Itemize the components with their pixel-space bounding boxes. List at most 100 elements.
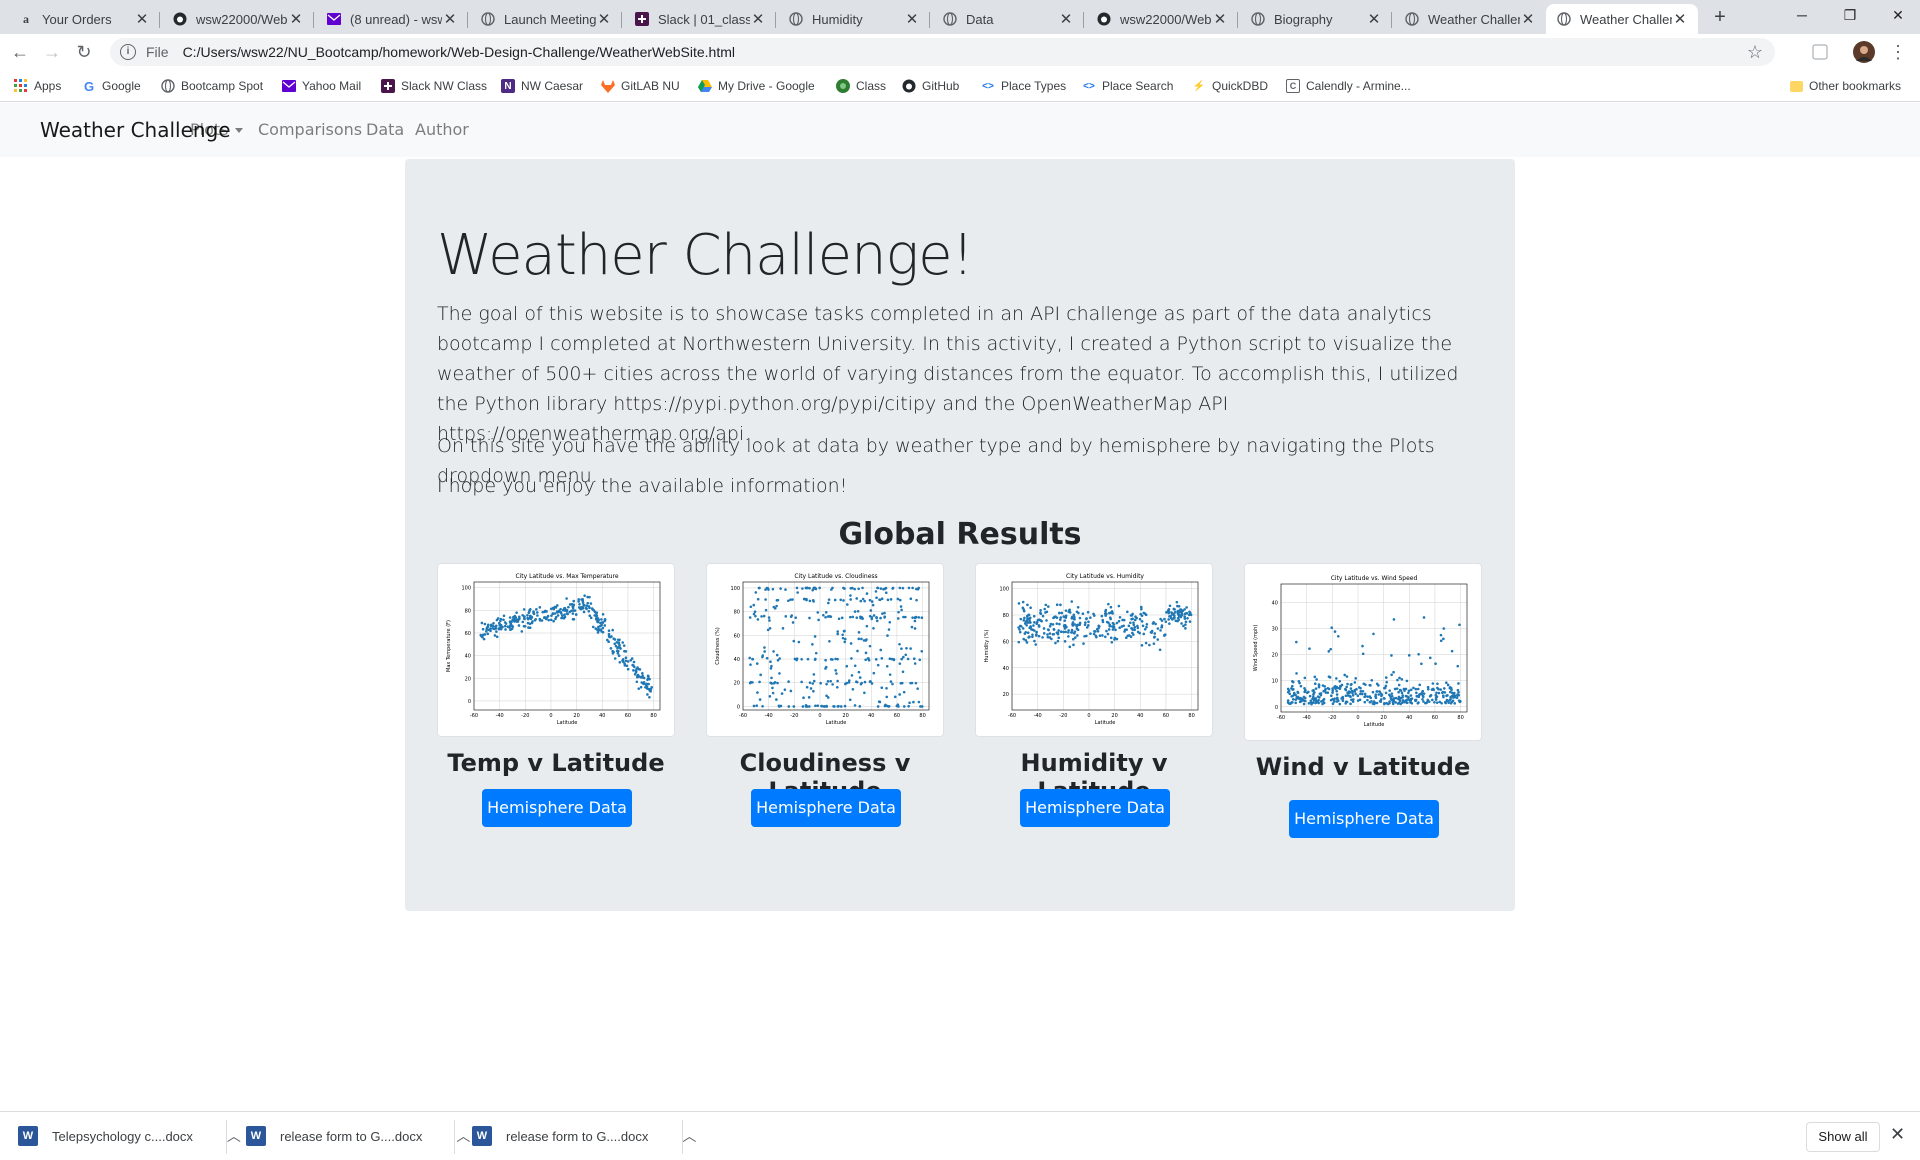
bookmark-class[interactable]: Class bbox=[836, 76, 886, 96]
hemisphere-data-button[interactable]: Hemisphere Data bbox=[1289, 800, 1439, 838]
download-item[interactable]: Wrelease form to G....docx ︿ bbox=[246, 1118, 470, 1154]
bookmark-slack-nw-class[interactable]: Slack NW Class bbox=[381, 76, 487, 96]
tab-github-web[interactable]: wsw22000/Web- ✕ bbox=[162, 4, 314, 34]
restore-icon[interactable]: ❐ bbox=[1826, 0, 1874, 30]
hemisphere-data-button[interactable]: Hemisphere Data bbox=[1020, 789, 1170, 827]
data-point bbox=[1143, 627, 1147, 631]
close-tab-icon[interactable]: ✕ bbox=[134, 10, 150, 28]
tab-yahoo-mail[interactable]: (8 unread) - wsw ✕ bbox=[316, 4, 468, 34]
data-point bbox=[1441, 690, 1445, 694]
plot-thumbnail[interactable]: City Latitude vs. Humidity -60 -40 -20 0 20 40… bbox=[975, 563, 1213, 737]
data-point bbox=[857, 631, 861, 634]
data-point bbox=[1366, 698, 1369, 702]
close-tab-icon[interactable]: ✕ bbox=[288, 10, 304, 28]
bookmark-nw-caesar[interactable]: N NW Caesar bbox=[501, 76, 583, 96]
bookmark-place-types[interactable]: <> Place Types bbox=[981, 76, 1066, 96]
close-tab-icon[interactable]: ✕ bbox=[596, 10, 612, 28]
extension-icon[interactable] bbox=[1808, 40, 1832, 64]
tab-humidity[interactable]: Humidity ✕ bbox=[778, 4, 930, 34]
chevron-up-icon[interactable]: ︿ bbox=[682, 1126, 696, 1146]
bookmark-my-drive[interactable]: My Drive - Google bbox=[698, 76, 815, 96]
bookmark-bootcamp-spot[interactable]: Bootcamp Spot bbox=[161, 76, 263, 96]
tab-data[interactable]: Data ✕ bbox=[932, 4, 1084, 34]
hemisphere-data-button[interactable]: Hemisphere Data bbox=[751, 789, 901, 827]
menu-kebab-icon[interactable]: ⋮ bbox=[1886, 40, 1910, 64]
download-item[interactable]: W Telepsychology c....docx ︿ bbox=[18, 1118, 241, 1154]
close-tab-icon[interactable]: ✕ bbox=[1212, 10, 1228, 28]
data-point bbox=[893, 695, 897, 699]
tab-weather-challenge[interactable]: Weather Challen ✕ bbox=[1394, 4, 1546, 34]
window-close-icon[interactable]: ✕ bbox=[1874, 0, 1920, 30]
back-arrow-icon[interactable]: ← bbox=[8, 40, 32, 64]
hemisphere-data-button[interactable]: Hemisphere Data bbox=[482, 789, 632, 827]
data-point bbox=[1177, 604, 1181, 608]
data-point bbox=[827, 598, 831, 601]
plot-thumbnail[interactable]: City Latitude vs. Cloudiness -60 -40 -20 0 20… bbox=[706, 563, 944, 737]
data-point bbox=[869, 609, 873, 612]
tab-slack[interactable]: Slack | 01_class_a✕ bbox=[624, 4, 776, 34]
tab-weather-challenge-active[interactable]: Weather Challen ✕ bbox=[1546, 4, 1698, 34]
bookmark-quickdbd[interactable]: ⚡ QuickDBD bbox=[1192, 76, 1268, 96]
tab-your-orders[interactable]: a Your Orders ✕ bbox=[8, 4, 160, 34]
close-tab-icon[interactable]: ✕ bbox=[904, 10, 920, 28]
minimize-icon[interactable]: ─ bbox=[1778, 0, 1826, 30]
x-tick-label: 60 bbox=[1163, 713, 1169, 719]
data-point bbox=[1291, 684, 1294, 688]
chevron-up-icon[interactable]: ︿ bbox=[456, 1126, 470, 1146]
close-tab-icon[interactable]: ✕ bbox=[1520, 10, 1536, 28]
nav-author[interactable]: Author bbox=[415, 103, 469, 157]
data-point bbox=[1368, 695, 1372, 698]
forward-arrow-icon[interactable]: → bbox=[40, 40, 64, 64]
data-point bbox=[909, 647, 912, 650]
data-point bbox=[836, 705, 840, 708]
reload-icon[interactable]: ↻ bbox=[72, 40, 96, 64]
bookmark-apps[interactable]: Apps bbox=[14, 76, 61, 96]
tab-biography[interactable]: Biography ✕ bbox=[1240, 4, 1392, 34]
data-point bbox=[1432, 688, 1435, 692]
data-point bbox=[792, 705, 796, 708]
nav-data[interactable]: Data bbox=[366, 103, 404, 157]
bookmark-calendly[interactable]: C Calendly - Armine... bbox=[1286, 76, 1411, 96]
bookmark-google[interactable]: G Google bbox=[82, 76, 141, 96]
close-tab-icon[interactable]: ✕ bbox=[1058, 10, 1074, 28]
download-item[interactable]: Wrelease form to G....docx ︿ bbox=[472, 1118, 696, 1154]
avatar[interactable] bbox=[1852, 40, 1876, 64]
close-tab-icon[interactable]: ✕ bbox=[442, 10, 458, 28]
data-point bbox=[589, 602, 593, 605]
data-point bbox=[510, 624, 513, 627]
chevron-up-icon[interactable]: ︿ bbox=[227, 1126, 241, 1146]
nav-plots-dropdown[interactable]: Plots bbox=[190, 103, 243, 157]
close-downloads-icon[interactable]: ✕ bbox=[1890, 1124, 1905, 1145]
address-url[interactable]: C:/Users/wsw22/NU_Bootcamp/homework/Web-… bbox=[183, 44, 735, 60]
info-icon[interactable]: i bbox=[120, 44, 136, 60]
bookmark-github[interactable]: GitHub bbox=[902, 76, 959, 96]
close-tab-icon[interactable]: ✕ bbox=[750, 10, 766, 28]
bookmark-yahoo-mail[interactable]: Yahoo Mail bbox=[282, 76, 361, 96]
data-point bbox=[1114, 628, 1117, 632]
nav-comparisons[interactable]: Comparisons bbox=[258, 103, 362, 157]
data-point bbox=[1362, 682, 1366, 686]
plot-thumbnail[interactable]: City Latitude vs. Wind Speed -60 -40 -20 0 20… bbox=[1244, 563, 1482, 741]
data-point bbox=[791, 598, 794, 601]
tab-github-web-2[interactable]: wsw22000/Web- ✕ bbox=[1086, 4, 1238, 34]
tab-launch-meeting[interactable]: Launch Meeting ✕ bbox=[470, 4, 622, 34]
new-tab-button[interactable]: + bbox=[1708, 6, 1732, 30]
bookmark-gitlab-nu[interactable]: GitLAB NU bbox=[601, 76, 680, 96]
address-bar[interactable]: i File C:/Users/wsw22/NU_Bootcamp/homewo… bbox=[110, 38, 1775, 66]
close-tab-icon[interactable]: ✕ bbox=[1366, 10, 1382, 28]
plot-thumbnail[interactable]: City Latitude vs. Max Temperature -60 -40 -… bbox=[437, 563, 675, 737]
other-bookmarks[interactable]: Other bookmarks bbox=[1790, 76, 1901, 96]
bookmark-star-icon[interactable]: ☆ bbox=[1747, 42, 1763, 63]
bookmark-place-search[interactable]: <> Place Search bbox=[1082, 76, 1173, 96]
data-point bbox=[1294, 698, 1298, 701]
data-point bbox=[1048, 632, 1052, 635]
globe-icon bbox=[161, 79, 175, 93]
data-point bbox=[596, 617, 599, 621]
data-point bbox=[1433, 700, 1436, 704]
data-point bbox=[864, 658, 867, 662]
data-point bbox=[832, 705, 835, 708]
show-all-button[interactable]: Show all bbox=[1806, 1122, 1880, 1152]
data-point bbox=[1308, 694, 1312, 698]
close-tab-icon[interactable]: ✕ bbox=[1672, 10, 1688, 28]
data-point bbox=[748, 656, 752, 660]
